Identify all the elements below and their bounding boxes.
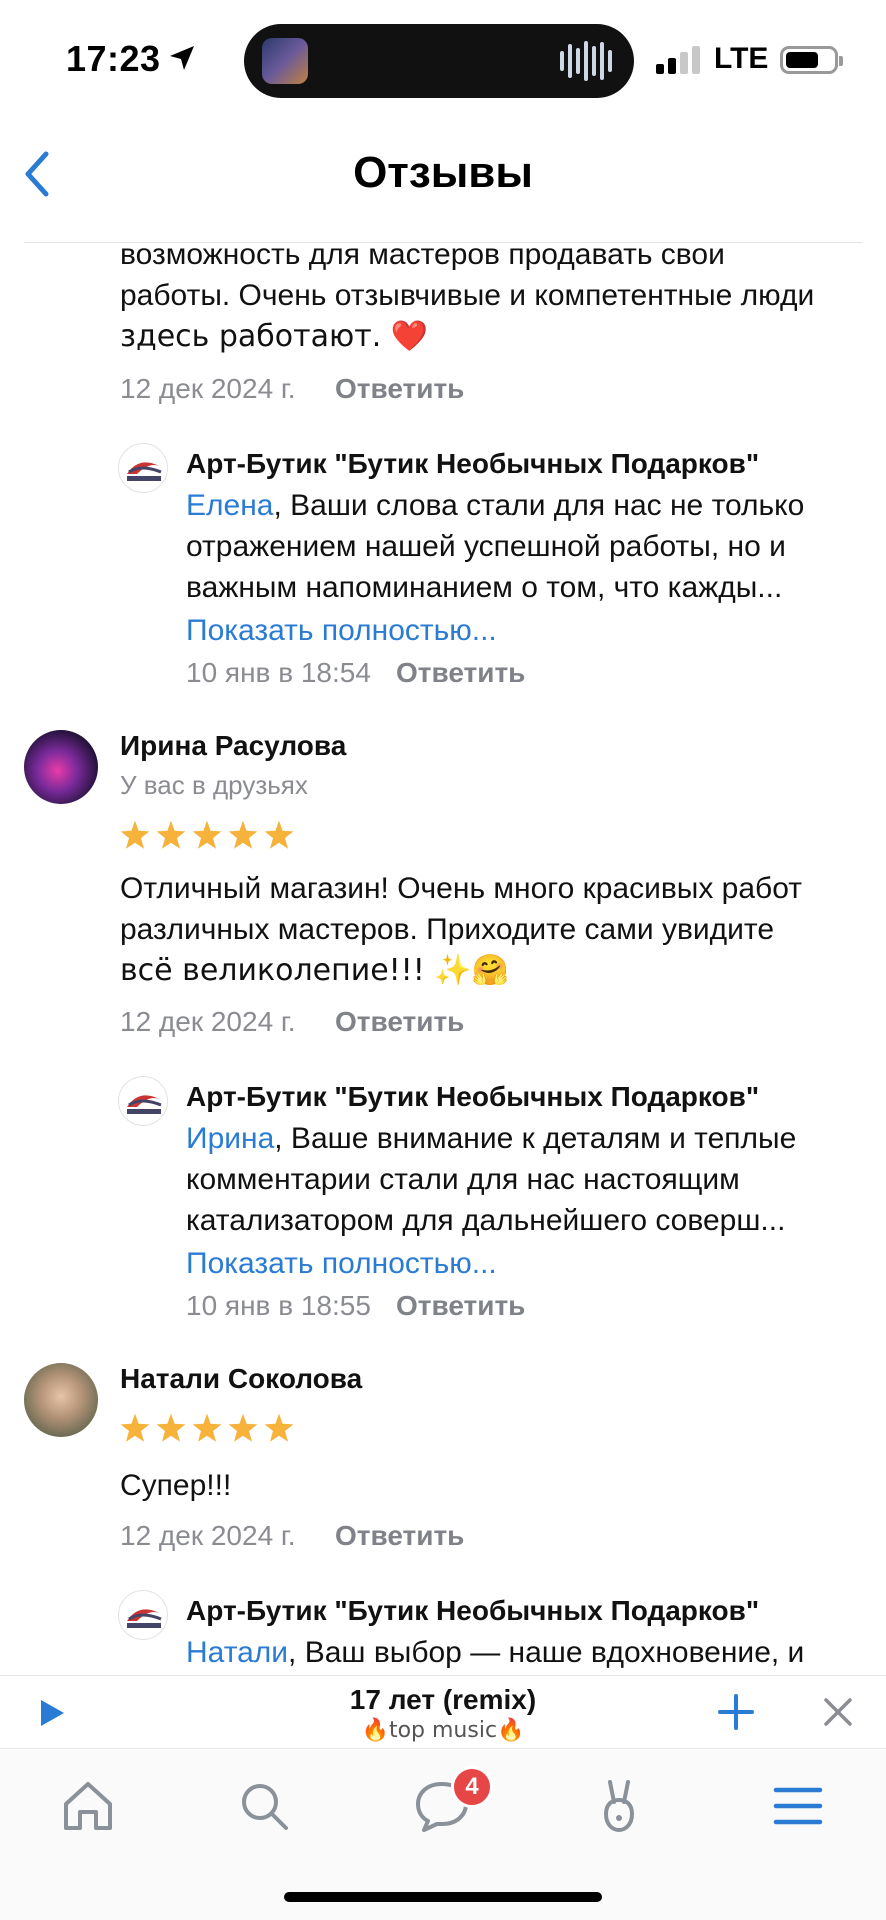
shop-reply-text: Елена, Ваши слова стали для нас не тольк… bbox=[186, 489, 805, 522]
review-date: 12 дек 2024 г. bbox=[120, 1520, 296, 1551]
review-text-line: различных мастеров. Приходите сами увиди… bbox=[120, 913, 775, 946]
shop-reply-text: отражением нашей успешной работы, но и bbox=[186, 530, 786, 563]
review-text-line: Отличный магазин! Очень много красивых р… bbox=[120, 872, 802, 905]
reviewer-name[interactable]: Натали Соколова bbox=[120, 1363, 362, 1395]
shop-avatar[interactable] bbox=[118, 1590, 168, 1640]
review-date: 12 дек 2024 г. bbox=[120, 373, 296, 404]
star-rating bbox=[120, 1413, 294, 1443]
shop-author-name[interactable]: Арт-Бутик "Бутик Необычных Подарков" bbox=[186, 1081, 759, 1113]
menu-icon[interactable] bbox=[766, 1774, 830, 1838]
shop-reply-text: катализатором для дальнейшего соверш... bbox=[186, 1204, 786, 1237]
star-rating bbox=[120, 820, 294, 850]
reply-button[interactable]: Ответить bbox=[335, 1520, 464, 1552]
add-icon[interactable] bbox=[716, 1692, 756, 1732]
star-icon bbox=[192, 1413, 222, 1442]
clips-icon[interactable] bbox=[588, 1774, 652, 1838]
now-playing-artwork bbox=[262, 38, 308, 84]
shop-avatar[interactable] bbox=[118, 1076, 168, 1126]
review-text-line: работы. Очень отзывчивые и компетентные … bbox=[120, 279, 815, 312]
shop-reply-text: Натали, Ваш выбор — наше вдохновение, и bbox=[186, 1636, 805, 1669]
home-indicator bbox=[284, 1892, 602, 1902]
review-text-line: возможность для мастеров продавать свои bbox=[120, 243, 725, 271]
audio-waveform-icon bbox=[560, 40, 612, 82]
star-icon bbox=[228, 820, 258, 849]
dynamic-island[interactable] bbox=[244, 24, 634, 98]
home-icon[interactable] bbox=[56, 1774, 120, 1838]
search-icon[interactable] bbox=[232, 1774, 296, 1838]
mini-player[interactable]: 17 лет (remix) 🔥top music🔥 bbox=[0, 1675, 886, 1749]
reviews-feed[interactable]: возможность для мастеров продавать свои … bbox=[0, 243, 886, 1675]
star-icon bbox=[120, 1413, 150, 1442]
shop-reply-text: важным напоминанием о том, что кажды... bbox=[186, 571, 783, 604]
review-text-line: Супер!!! bbox=[120, 1469, 232, 1502]
cellular-signal-icon bbox=[656, 46, 700, 74]
close-icon[interactable] bbox=[822, 1696, 854, 1728]
avatar[interactable] bbox=[24, 1363, 98, 1437]
network-type: LTE bbox=[714, 42, 769, 75]
star-icon bbox=[156, 820, 186, 849]
mention-link[interactable]: Елена bbox=[186, 489, 273, 522]
shop-author-name[interactable]: Арт-Бутик "Бутик Необычных Подарков" bbox=[186, 1595, 759, 1627]
review-text-line: здесь работают. ❤️ bbox=[120, 319, 429, 354]
shop-author-name[interactable]: Арт-Бутик "Бутик Необычных Подарков" bbox=[186, 448, 759, 480]
star-icon bbox=[156, 1413, 186, 1442]
messages-badge: 4 bbox=[451, 1766, 493, 1808]
show-more-link[interactable]: Показать полностью... bbox=[186, 1247, 497, 1281]
star-icon bbox=[264, 1413, 294, 1442]
page-title: Отзывы bbox=[353, 148, 533, 197]
star-icon bbox=[192, 820, 222, 849]
reviewer-subtitle: У вас в друзьях bbox=[120, 770, 308, 800]
reply-date: 10 янв в 18:54 bbox=[186, 657, 371, 688]
reviewer-name[interactable]: Ирина Расулова bbox=[120, 730, 346, 762]
mention-link[interactable]: Натали bbox=[186, 1636, 288, 1669]
shop-reply-text: Ирина, Ваше внимание к деталям и теплые bbox=[186, 1122, 797, 1155]
star-icon bbox=[264, 820, 294, 849]
review-text-line: всё великолепие!!! ✨🤗 bbox=[120, 953, 509, 988]
review-date: 12 дек 2024 г. bbox=[120, 1006, 296, 1037]
status-bar: 17:23 LTE bbox=[0, 0, 886, 120]
status-time: 17:23 bbox=[66, 38, 161, 79]
reply-button[interactable]: Ответить bbox=[335, 1006, 464, 1038]
shop-reply-text: комментарии стали для нас настоящим bbox=[186, 1163, 740, 1196]
reply-date: 10 янв в 18:55 bbox=[186, 1290, 371, 1321]
star-icon bbox=[228, 1413, 258, 1442]
shop-avatar[interactable] bbox=[118, 443, 168, 493]
mention-link[interactable]: Ирина bbox=[186, 1122, 274, 1155]
reply-button[interactable]: Ответить bbox=[335, 373, 464, 405]
star-icon bbox=[120, 820, 150, 849]
avatar[interactable] bbox=[24, 730, 98, 804]
reply-button[interactable]: Ответить bbox=[396, 657, 525, 689]
reply-button[interactable]: Ответить bbox=[396, 1290, 525, 1322]
location-arrow-icon bbox=[170, 46, 194, 70]
battery-icon bbox=[780, 46, 843, 74]
show-more-link[interactable]: Показать полностью... bbox=[186, 614, 497, 648]
